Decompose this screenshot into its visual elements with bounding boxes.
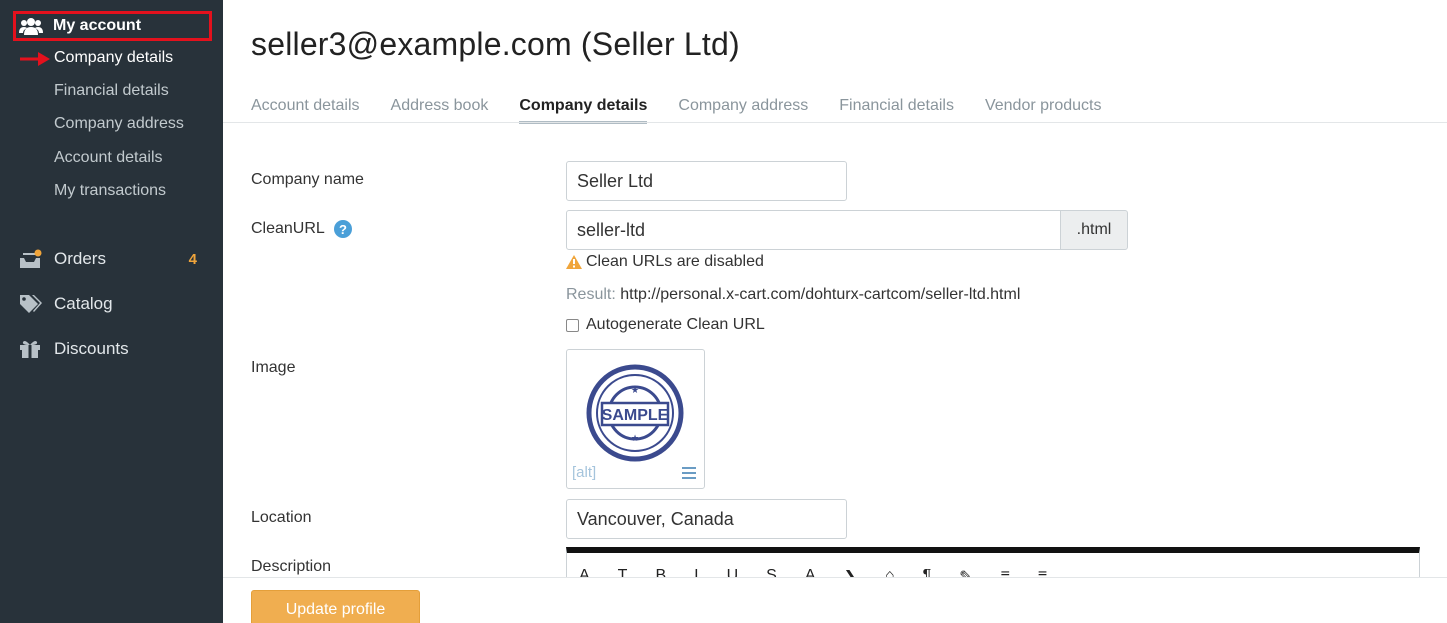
location-label: Location (251, 509, 312, 526)
svg-text:★: ★ (631, 433, 639, 443)
stamp-text: SAMPLE (602, 407, 669, 424)
cleanurl-warning: Clean URLs are disabled (566, 253, 764, 271)
sidebar-item-label: My account (53, 17, 142, 34)
tab-financial-details[interactable]: Financial details (839, 97, 954, 124)
tab-vendor-products[interactable]: Vendor products (985, 97, 1102, 124)
cleanurl-suffix: .html (1060, 210, 1128, 250)
menu-icon[interactable] (682, 467, 696, 479)
image-uploader[interactable]: SAMPLE ★ ★ [alt] (566, 349, 705, 489)
result-label: Result: (566, 286, 616, 303)
sidebar-sub-company-address[interactable]: Company address (54, 115, 184, 133)
warning-text: Clean URLs are disabled (586, 253, 764, 270)
tags-icon (0, 294, 54, 314)
company-name-input[interactable]: Seller Ltd (566, 161, 847, 201)
tab-company-details[interactable]: Company details (519, 97, 648, 124)
tab-company-address[interactable]: Company address (678, 97, 808, 124)
tab-bar: Account details Address book Company det… (251, 97, 1133, 124)
svg-text:★: ★ (631, 385, 639, 395)
description-label: Description (251, 558, 332, 575)
autogenerate-row[interactable]: Autogenerate Clean URL (566, 316, 765, 334)
help-icon[interactable]: ? (334, 220, 352, 238)
tab-address-book[interactable]: Address book (391, 97, 489, 124)
location-input[interactable]: Vancouver, Canada (566, 499, 847, 539)
sidebar: My account Company details Financial det… (0, 0, 223, 623)
tabs-divider (223, 122, 1447, 123)
sidebar-sub-financial-details[interactable]: Financial details (54, 82, 169, 100)
sidebar-item-label: Discounts (54, 339, 129, 358)
image-alt-link[interactable]: [alt] (572, 464, 596, 481)
cleanurl-input[interactable]: seller-ltd (566, 210, 1061, 250)
gift-icon (0, 339, 54, 359)
users-icon (13, 17, 53, 35)
tab-account-details[interactable]: Account details (251, 97, 360, 124)
sidebar-item-discounts[interactable]: Discounts (0, 334, 223, 364)
autogenerate-label: Autogenerate Clean URL (586, 316, 765, 333)
inbox-icon (0, 249, 54, 269)
sidebar-item-label: Orders (54, 249, 106, 268)
cleanurl-label: CleanURL (251, 220, 325, 237)
orders-count-badge: 4 (188, 250, 197, 268)
sidebar-sub-company-details[interactable]: Company details (54, 49, 173, 67)
warning-icon (566, 255, 582, 269)
arrow-right-icon (20, 52, 50, 66)
sidebar-item-label: Catalog (54, 294, 113, 313)
sidebar-item-catalog[interactable]: Catalog (0, 289, 223, 319)
company-name-label: Company name (251, 171, 364, 188)
sample-stamp-image: SAMPLE ★ ★ (586, 364, 684, 462)
sidebar-item-orders[interactable]: Orders 4 (0, 244, 223, 274)
sidebar-sub-my-transactions[interactable]: My transactions (54, 182, 166, 200)
autogenerate-checkbox[interactable] (566, 318, 579, 332)
cleanurl-result: Result: http://personal.x-cart.com/dohtu… (566, 286, 1020, 304)
image-label: Image (251, 359, 296, 376)
sidebar-item-my-account[interactable]: My account (13, 11, 212, 41)
result-value: http://personal.x-cart.com/dohturx-cartc… (620, 286, 1021, 303)
sidebar-sub-account-details[interactable]: Account details (54, 149, 163, 167)
update-profile-button[interactable]: Update profile (251, 590, 420, 623)
page-title: seller3@example.com (Seller Ltd) (251, 26, 740, 62)
